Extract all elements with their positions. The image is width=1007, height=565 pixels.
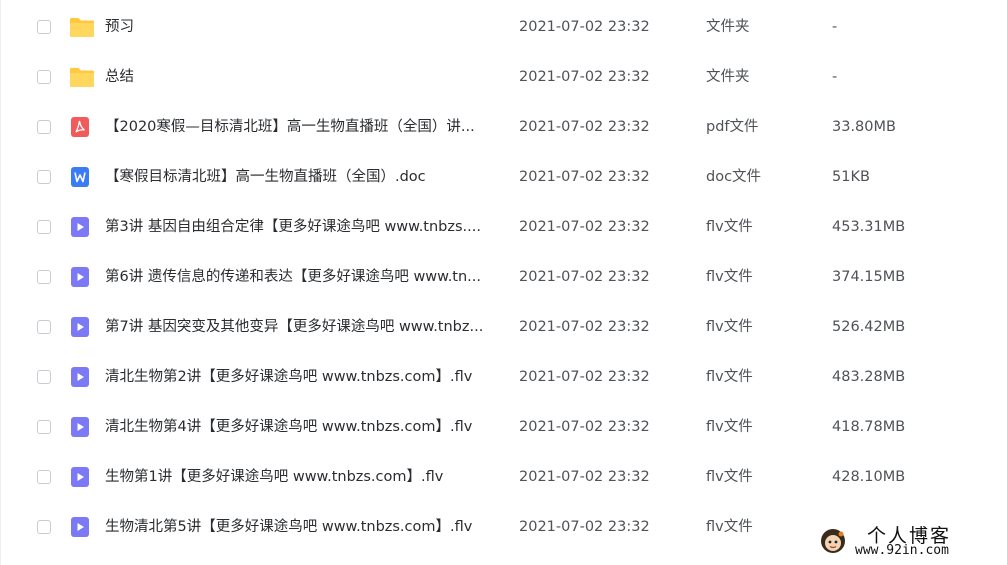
file-size: 483.28MB bbox=[832, 369, 906, 385]
watermark-url: www.92in.com bbox=[855, 543, 949, 558]
file-name[interactable]: 总结 bbox=[105, 67, 501, 87]
file-type: 文件夹 bbox=[706, 19, 750, 35]
file-name[interactable]: 清北生物第4讲【更多好课途鸟吧 www.tnbzs.com】.flv bbox=[105, 417, 501, 437]
watermark-logo: 个人博客 www.92in.com bbox=[815, 521, 1001, 561]
row-checkbox[interactable] bbox=[37, 370, 51, 384]
file-type: flv文件 bbox=[706, 319, 753, 335]
file-row[interactable]: 第6讲 遗传信息的传递和表达【更多好课途鸟吧 www.tn... 2021-07… bbox=[1, 252, 1007, 302]
file-date: 2021-07-02 23:32 bbox=[519, 369, 650, 385]
file-size: - bbox=[832, 19, 838, 35]
file-type: flv文件 bbox=[706, 269, 753, 285]
file-date: 2021-07-02 23:32 bbox=[519, 269, 650, 285]
file-date: 2021-07-02 23:32 bbox=[519, 69, 650, 85]
row-checkbox[interactable] bbox=[37, 320, 51, 334]
video-file-icon bbox=[69, 216, 91, 238]
file-type: 文件夹 bbox=[706, 69, 750, 85]
file-size: 526.42MB bbox=[832, 319, 906, 335]
file-type: flv文件 bbox=[706, 369, 753, 385]
file-size: 51KB bbox=[832, 169, 870, 185]
file-date: 2021-07-02 23:32 bbox=[519, 319, 650, 335]
row-checkbox[interactable] bbox=[37, 520, 51, 534]
word-doc-icon bbox=[69, 166, 91, 188]
file-name[interactable]: 预习 bbox=[105, 17, 501, 37]
file-type: flv文件 bbox=[706, 219, 753, 235]
file-name[interactable]: 生物第1讲【更多好课途鸟吧 www.tnbzs.com】.flv bbox=[105, 467, 501, 487]
file-date: 2021-07-02 23:32 bbox=[519, 219, 650, 235]
row-checkbox[interactable] bbox=[37, 420, 51, 434]
file-size: 374.15MB bbox=[832, 269, 906, 285]
file-name[interactable]: 第7讲 基因突变及其他变异【更多好课途鸟吧 www.tnbz... bbox=[105, 317, 501, 337]
row-checkbox[interactable] bbox=[37, 220, 51, 234]
file-date: 2021-07-02 23:32 bbox=[519, 119, 650, 135]
folder-icon bbox=[69, 16, 94, 38]
video-file-icon bbox=[69, 416, 91, 438]
file-row[interactable]: 生物第1讲【更多好课途鸟吧 www.tnbzs.com】.flv 2021-07… bbox=[1, 452, 1007, 502]
file-name[interactable]: 第6讲 遗传信息的传递和表达【更多好课途鸟吧 www.tn... bbox=[105, 267, 501, 287]
row-checkbox[interactable] bbox=[37, 470, 51, 484]
file-row[interactable]: 第3讲 基因自由组合定律【更多好课途鸟吧 www.tnbzs.... 2021-… bbox=[1, 202, 1007, 252]
file-name[interactable]: 第3讲 基因自由组合定律【更多好课途鸟吧 www.tnbzs.... bbox=[105, 217, 501, 237]
file-name[interactable]: 【2020寒假—目标清北班】高一生物直播班（全国）讲... bbox=[105, 117, 501, 137]
video-file-icon bbox=[69, 266, 91, 288]
video-file-icon bbox=[69, 516, 91, 538]
file-row[interactable]: 【寒假目标清北班】高一生物直播班（全国）.doc 2021-07-02 23:3… bbox=[1, 152, 1007, 202]
file-type: flv文件 bbox=[706, 469, 753, 485]
file-size: 418.78MB bbox=[832, 419, 906, 435]
video-file-icon bbox=[69, 466, 91, 488]
row-checkbox[interactable] bbox=[37, 120, 51, 134]
file-row[interactable]: 清北生物第4讲【更多好课途鸟吧 www.tnbzs.com】.flv 2021-… bbox=[1, 402, 1007, 452]
video-file-icon bbox=[69, 366, 91, 388]
row-checkbox[interactable] bbox=[37, 270, 51, 284]
file-list: 预习 2021-07-02 23:32 文件夹 - 总结 2021-07-02 … bbox=[0, 0, 1007, 565]
file-name[interactable]: 清北生物第2讲【更多好课途鸟吧 www.tnbzs.com】.flv bbox=[105, 367, 501, 387]
file-row[interactable]: 清北生物第2讲【更多好课途鸟吧 www.tnbzs.com】.flv 2021-… bbox=[1, 352, 1007, 402]
file-size: 453.31MB bbox=[832, 219, 906, 235]
file-row[interactable]: 【2020寒假—目标清北班】高一生物直播班（全国）讲... 2021-07-02… bbox=[1, 102, 1007, 152]
row-checkbox[interactable] bbox=[37, 70, 51, 84]
file-size: 428.10MB bbox=[832, 469, 906, 485]
file-type: flv文件 bbox=[706, 519, 753, 535]
file-date: 2021-07-02 23:32 bbox=[519, 19, 650, 35]
file-row[interactable]: 预习 2021-07-02 23:32 文件夹 - bbox=[1, 2, 1007, 52]
file-name[interactable]: 生物清北第5讲【更多好课途鸟吧 www.tnbzs.com】.flv bbox=[105, 517, 501, 537]
file-date: 2021-07-02 23:32 bbox=[519, 519, 650, 535]
folder-icon bbox=[69, 66, 94, 88]
row-checkbox[interactable] bbox=[37, 20, 51, 34]
file-size: - bbox=[832, 69, 838, 85]
file-size: 33.80MB bbox=[832, 119, 896, 135]
file-type: flv文件 bbox=[706, 419, 753, 435]
file-row[interactable]: 总结 2021-07-02 23:32 文件夹 - bbox=[1, 52, 1007, 102]
mascot-icon bbox=[819, 527, 847, 555]
file-date: 2021-07-02 23:32 bbox=[519, 419, 650, 435]
file-type: doc文件 bbox=[706, 169, 762, 185]
video-file-icon bbox=[69, 316, 91, 338]
file-date: 2021-07-02 23:32 bbox=[519, 169, 650, 185]
file-type: pdf文件 bbox=[706, 119, 759, 135]
file-name[interactable]: 【寒假目标清北班】高一生物直播班（全国）.doc bbox=[105, 167, 501, 187]
file-date: 2021-07-02 23:32 bbox=[519, 469, 650, 485]
pdf-icon bbox=[69, 116, 91, 138]
row-checkbox[interactable] bbox=[37, 170, 51, 184]
file-row[interactable]: 第7讲 基因突变及其他变异【更多好课途鸟吧 www.tnbz... 2021-0… bbox=[1, 302, 1007, 352]
